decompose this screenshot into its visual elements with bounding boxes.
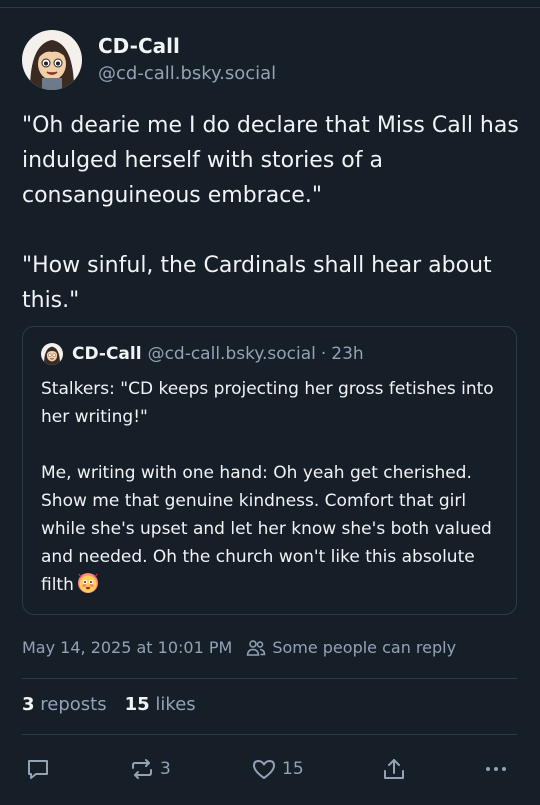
post-meta: May 14, 2025 at 10:01 PM Some people can… <box>22 638 456 657</box>
share-icon <box>384 759 404 779</box>
quoted-paragraph-text: Me, writing with one hand: Oh yeah get c… <box>41 463 492 595</box>
quoted-separator: · <box>320 344 327 364</box>
likes-stat[interactable]: 15 likes <box>125 694 196 715</box>
avatar-icon <box>41 343 63 365</box>
quoted-paragraph: Me, writing with one hand: Oh yeah get c… <box>41 459 506 599</box>
quoted-post-text: Stalkers: "CD keeps projecting her gross… <box>41 375 506 599</box>
share-button[interactable] <box>380 752 408 786</box>
more-options-button[interactable] <box>482 752 510 786</box>
top-divider <box>0 7 540 8</box>
avatar-icon <box>22 30 82 90</box>
quoted-time: 23h <box>331 344 364 364</box>
people-icon <box>246 639 266 657</box>
quoted-paragraph: Stalkers: "CD keeps projecting her gross… <box>41 379 494 427</box>
likes-label: likes <box>155 694 196 715</box>
post-stats: 3 reposts 15 likes <box>22 694 196 715</box>
divider <box>22 678 517 679</box>
like-count: 15 <box>282 759 304 779</box>
like-button[interactable]: 15 <box>250 752 304 786</box>
divider <box>22 734 517 735</box>
reposts-stat[interactable]: 3 reposts <box>22 694 107 715</box>
quoted-post-header: CD-Call @cd-call.bsky.social · 23h <box>41 343 364 365</box>
quoted-post[interactable]: CD-Call @cd-call.bsky.social · 23h Stalk… <box>22 326 517 615</box>
avatar[interactable] <box>22 30 82 90</box>
reposts-label: reposts <box>40 694 107 715</box>
author-display-name[interactable]: CD-Call <box>98 33 276 59</box>
post-paragraph: "How sinful, the Cardinals shall hear ab… <box>22 253 492 313</box>
quoted-handle: @cd-call.bsky.social <box>147 344 316 364</box>
more-icon <box>486 767 506 771</box>
reply-icon <box>28 760 48 779</box>
post-text: "Oh dearie me I do declare that Miss Cal… <box>22 108 522 318</box>
post-header: CD-Call @cd-call.bsky.social <box>22 30 276 90</box>
repost-count: 3 <box>160 759 171 779</box>
quoted-avatar <box>41 343 63 365</box>
likes-count: 15 <box>124 694 150 715</box>
heart-icon <box>253 760 275 779</box>
author-handle[interactable]: @cd-call.bsky.social <box>98 61 276 87</box>
reply-setting[interactable]: Some people can reply <box>272 638 456 657</box>
repost-button[interactable]: 3 <box>128 752 171 786</box>
reply-button[interactable] <box>24 752 52 786</box>
repost-icon <box>132 759 152 779</box>
action-bar: 3 15 <box>0 752 540 786</box>
reposts-count: 3 <box>22 694 35 715</box>
flushed-face-emoji-icon <box>77 572 99 594</box>
post-timestamp[interactable]: May 14, 2025 at 10:01 PM <box>22 638 232 657</box>
quoted-display-name: CD-Call <box>72 344 142 364</box>
post-paragraph: "Oh dearie me I do declare that Miss Cal… <box>22 113 519 208</box>
